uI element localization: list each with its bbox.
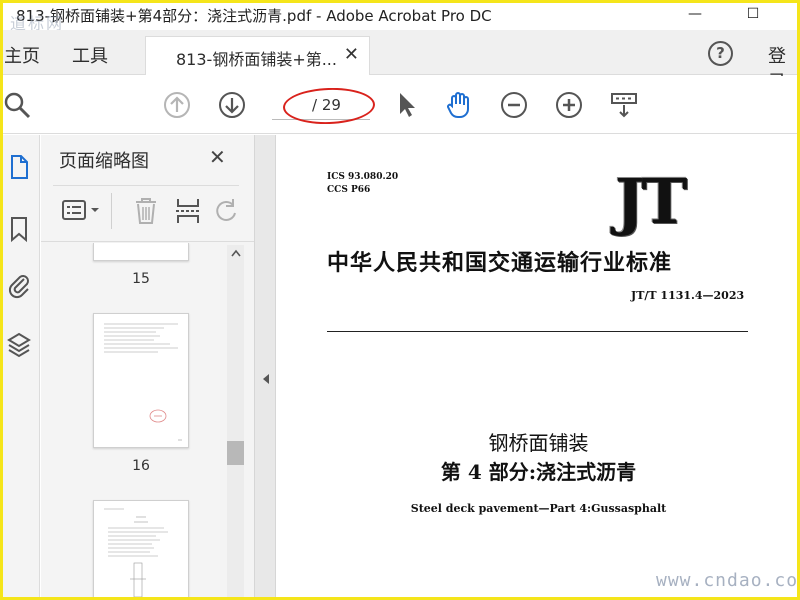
maximize-button[interactable]: ☐ (740, 2, 766, 26)
select-cursor-icon[interactable] (392, 90, 422, 120)
rotate-page-icon[interactable] (213, 195, 239, 227)
scroll-up-arrow-icon[interactable] (231, 249, 241, 257)
navigation-rail (0, 135, 40, 600)
divider (53, 185, 239, 186)
page-thumbnail-preview (104, 508, 168, 598)
jt-logo: JT (615, 165, 688, 238)
watermark-url: www.cndao.com (656, 570, 800, 591)
document-tab-label: 813-钢桥面铺装+第... (176, 50, 337, 69)
panel-collapse-strip[interactable] (254, 135, 276, 600)
toolbar: / 29 (0, 76, 800, 134)
tab-close-icon[interactable]: ✕ (344, 44, 359, 65)
thumbnail-options-icon[interactable] (61, 195, 103, 227)
title-bar: 813-钢桥面铺装+第4部分：浇注式沥青.pdf - Adobe Acrobat… (0, 0, 800, 33)
thumbnails-scrollbar[interactable] (227, 245, 244, 600)
page-display-icon[interactable] (609, 90, 639, 120)
page-thumbnail-number: 16 (132, 458, 150, 474)
bookmarks-icon[interactable] (6, 215, 32, 243)
home-menu[interactable]: 主页 (4, 42, 40, 68)
window-title: 813-钢桥面铺装+第4部分：浇注式沥青.pdf - Adobe Acrobat… (16, 7, 492, 25)
divider (111, 193, 112, 229)
scrollbar-thumb[interactable] (227, 441, 244, 465)
collapse-arrow-icon[interactable] (261, 373, 271, 385)
page-thumbnail-preview (104, 323, 182, 441)
standard-classification: ICS 93.080.20 CCS P66 (327, 171, 398, 197)
hand-tool-icon[interactable] (444, 90, 474, 120)
attachments-icon[interactable] (6, 271, 32, 299)
zoom-in-icon[interactable] (554, 90, 584, 120)
standard-code: JT/T 1131.4—2023 (631, 289, 745, 302)
help-icon[interactable]: ? (708, 41, 733, 66)
divider (41, 241, 254, 242)
layers-icon[interactable] (6, 331, 32, 359)
divider (327, 331, 748, 332)
delete-page-icon[interactable] (131, 195, 161, 227)
page-thumbnail[interactable] (93, 313, 189, 448)
page-thumbnail[interactable] (93, 500, 189, 600)
page-thumbnails-icon[interactable] (6, 153, 32, 181)
document-title-line1: 钢桥面铺装 (488, 431, 589, 455)
document-page: ICS 93.080.20 CCS P66 JT 中华人民共和国交通运输行业标准… (277, 135, 800, 600)
tab-bar: 主页 工具 813-钢桥面铺装+第... ✕ (0, 30, 800, 75)
document-view[interactable]: ICS 93.080.20 CCS P66 JT 中华人民共和国交通运输行业标准… (277, 135, 800, 600)
standard-title: 中华人民共和国交通运输行业标准 (327, 250, 673, 276)
page-thumbnail-number: 15 (132, 271, 150, 287)
english-title: Steel deck pavement—Part 4:Gussasphalt (410, 502, 667, 515)
document-title-line2: 第 4 部分:浇注式沥青 (440, 460, 637, 484)
page-thumbnail[interactable] (93, 243, 189, 261)
thumbnails-panel-title: 页面缩略图 (59, 151, 149, 172)
close-panel-icon[interactable]: ✕ (209, 145, 226, 169)
minimize-button[interactable]: — (682, 2, 708, 26)
thumbnails-panel: 页面缩略图 ✕ 15 16 (41, 135, 254, 600)
previous-page-icon[interactable] (162, 90, 192, 120)
ics-code: ICS 93.080.20 (327, 172, 399, 182)
next-page-icon[interactable] (217, 90, 247, 120)
zoom-out-icon[interactable] (499, 90, 529, 120)
extract-page-icon[interactable] (173, 195, 203, 227)
document-tab[interactable]: 813-钢桥面铺装+第... ✕ (145, 36, 370, 75)
search-icon[interactable] (2, 90, 32, 120)
tools-menu[interactable]: 工具 (72, 42, 108, 68)
ccs-code: CCS P66 (327, 185, 371, 195)
